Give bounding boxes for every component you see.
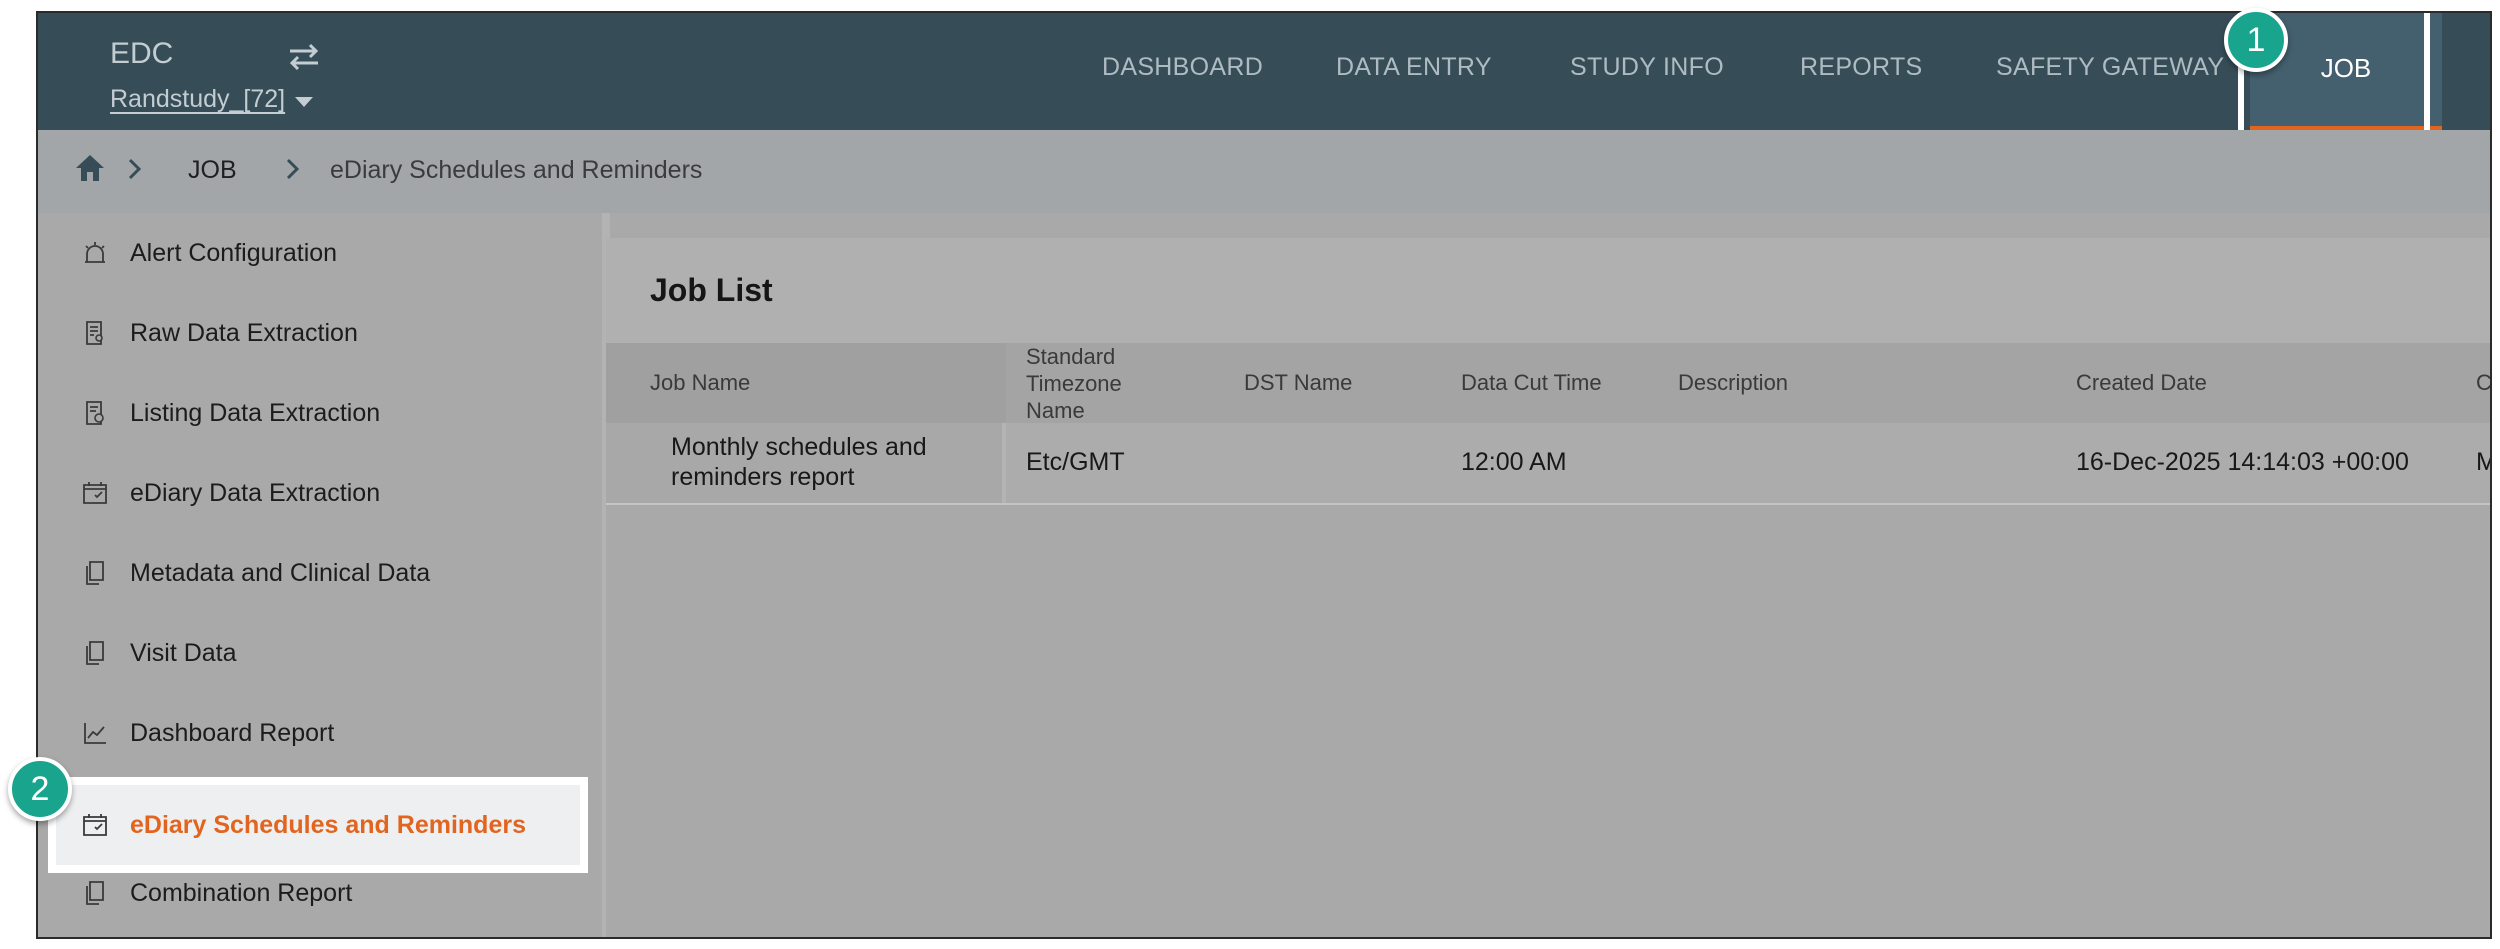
breadcrumb-job[interactable]: JOB [188, 156, 237, 185]
nav-dashboard[interactable]: DASHBOARD [1102, 53, 1263, 82]
sidebar-item-label: Combination Report [130, 878, 353, 907]
column-header-truncated[interactable]: C [2476, 370, 2490, 396]
sidebar-item-ediary-data-extraction[interactable]: eDiary Data Extraction [38, 453, 598, 533]
nav-data-entry[interactable]: DATA ENTRY [1336, 53, 1492, 82]
column-header-job-name[interactable]: Job Name [650, 370, 750, 396]
cell-created-date: 16-Dec-2025 14:14:03 +00:00 [2076, 448, 2409, 476]
step-callout-2: 2 [8, 757, 72, 821]
sidebar-item-metadata-clinical-data[interactable]: Metadata and Clinical Data [38, 533, 598, 613]
copy-document-icon [86, 881, 104, 905]
column-header-dst-name[interactable]: DST Name [1244, 370, 1352, 396]
switch-study-icon[interactable] [284, 37, 324, 77]
column-header-description[interactable]: Description [1678, 370, 1788, 396]
sidebar-item-label: eDiary Data Extraction [130, 478, 381, 507]
cell-job-name: Monthly schedules and reminders report [671, 433, 927, 491]
nav-reports[interactable]: REPORTS [1800, 53, 1923, 82]
chevron-right-icon [286, 158, 300, 180]
breadcrumb-current: eDiary Schedules and Reminders [330, 156, 703, 184]
table-row[interactable]: Monthly schedules and reminders report E… [606, 423, 2490, 505]
document-clock-icon [86, 401, 104, 425]
top-navigation-bar: EDC Randstudy_[72] DASHBOARD DATA ENTRY … [38, 13, 2490, 139]
calendar-check-icon [83, 482, 107, 504]
cell-timezone: Etc/GMT [1026, 448, 1125, 476]
sidebar-item-dashboard-report[interactable]: Dashboard Report [38, 693, 598, 773]
job-list-panel: Job List Job Name Standard Timezone Name… [606, 238, 2490, 937]
chevron-right-icon [128, 158, 142, 180]
sidebar-item-alert-configuration[interactable]: Alert Configuration [38, 213, 598, 293]
calendar-check-icon [83, 814, 107, 836]
cell-data-cut-time: 12:00 AM [1461, 448, 1567, 476]
study-selector[interactable]: Randstudy_[72] [110, 85, 314, 114]
sidebar-item-label: eDiary Schedules and Reminders [130, 810, 526, 839]
panel-header: Job List [606, 238, 2490, 343]
line-chart-icon [84, 723, 106, 744]
sidebar: Alert Configuration Raw Data Extraction … [38, 213, 602, 937]
sidebar-item-combination-report[interactable]: Combination Report [38, 853, 598, 933]
copy-icon [86, 641, 104, 665]
sidebar-item-label: Raw Data Extraction [130, 318, 358, 347]
sidebar-item-label: Visit Data [130, 638, 237, 667]
column-header-data-cut-time[interactable]: Data Cut Time [1461, 370, 1602, 396]
home-icon[interactable] [74, 152, 106, 184]
nav-study-info[interactable]: STUDY INFO [1570, 53, 1724, 82]
column-header-timezone[interactable]: Standard Timezone Name [1026, 343, 1166, 424]
sidebar-item-raw-data-extraction[interactable]: Raw Data Extraction [38, 293, 598, 373]
breadcrumb: JOB eDiary Schedules and Reminders [38, 130, 2490, 213]
cell-truncated: M [2476, 448, 2490, 477]
table-header: Job Name Standard Timezone Name DST Name… [606, 343, 2490, 424]
chevron-down-icon [295, 96, 314, 107]
nav-safety-gateway[interactable]: SAFETY GATEWAY [1996, 53, 2224, 82]
sidebar-item-visit-data[interactable]: Visit Data [38, 613, 598, 693]
document-search-icon [86, 321, 103, 345]
alarm-icon [85, 242, 105, 263]
panel-title: Job List [650, 272, 773, 308]
column-header-created-date[interactable]: Created Date [2076, 370, 2207, 396]
sidebar-item-listing-data-extraction[interactable]: Listing Data Extraction [38, 373, 598, 453]
app-title: EDC [110, 37, 174, 70]
sidebar-item-label: Listing Data Extraction [130, 398, 381, 427]
sidebar-item-label: Dashboard Report [130, 718, 335, 747]
study-name: Randstudy_[72] [110, 85, 286, 113]
copy-document-icon [86, 561, 104, 585]
sidebar-item-label: Metadata and Clinical Data [130, 558, 431, 587]
step-callout-1: 1 [2224, 8, 2288, 72]
sidebar-item-label: Alert Configuration [130, 238, 338, 267]
app-window: EDC Randstudy_[72] DASHBOARD DATA ENTRY … [36, 11, 2492, 939]
